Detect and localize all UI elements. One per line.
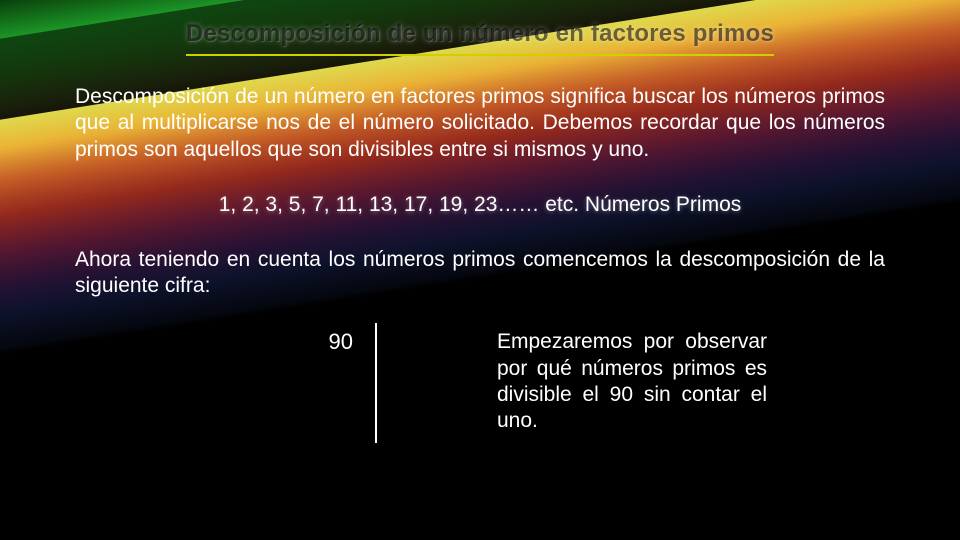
vertical-divider bbox=[375, 323, 377, 443]
page-title: Descomposición de un número en factores … bbox=[186, 20, 774, 56]
example-explanation: Empezaremos por observar por qué números… bbox=[497, 329, 767, 434]
lead-paragraph: Ahora teniendo en cuenta los números pri… bbox=[75, 247, 885, 300]
example-row: 90 Empezaremos por observar por qué núme… bbox=[75, 329, 885, 443]
primes-list: 1, 2, 3, 5, 7, 11, 13, 17, 19, 23…… etc.… bbox=[75, 193, 885, 217]
intro-paragraph: Descomposición de un número en factores … bbox=[75, 84, 885, 163]
example-number: 90 bbox=[329, 329, 353, 355]
